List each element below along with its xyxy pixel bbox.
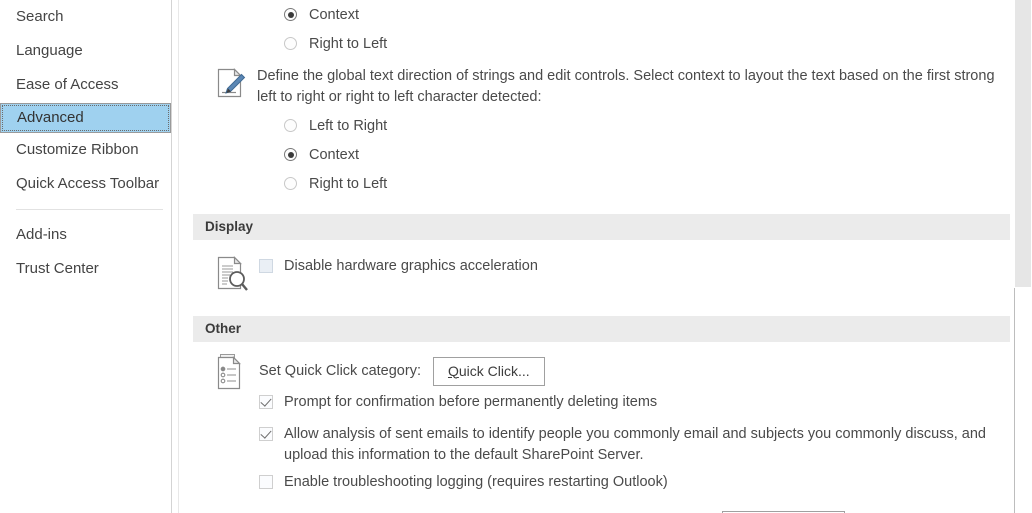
text-direction-radio-group: Left to Right Context Right to Left (179, 111, 1032, 198)
section-header-display: Display (193, 214, 1010, 240)
checkbox-icon[interactable] (259, 475, 273, 489)
sidebar-item-advanced[interactable]: Advanced (0, 103, 171, 133)
checkbox-label: Enable troubleshooting logging (requires… (284, 474, 668, 490)
checkbox-row-allow-analysis[interactable]: Allow analysis of sent emails to identif… (259, 424, 1002, 466)
radio-label: Right to Left (309, 175, 388, 192)
checkbox-icon[interactable] (259, 259, 273, 273)
checkbox-label: Prompt for confirmation before permanent… (284, 394, 658, 410)
sidebar-item-label: Customize Ribbon (16, 141, 139, 158)
checkbox-icon[interactable] (259, 427, 273, 441)
sidebar-item-label: Advanced (17, 109, 84, 126)
quick-click-button-label-rest: uick Click... (458, 362, 530, 379)
radio-label: Context (309, 146, 359, 163)
radio-button-icon[interactable] (284, 8, 297, 21)
radio-button-icon[interactable] (284, 177, 297, 190)
checkbox-icon[interactable] (259, 395, 273, 409)
vertical-scrollbar-track[interactable] (1014, 0, 1032, 513)
sidebar-divider (16, 209, 163, 210)
radio-label: Context (309, 6, 359, 23)
migrate-group-schedules-row: Migrate group schedules from a previous … (259, 508, 1002, 513)
radio-option-context-top[interactable]: Context (179, 0, 1032, 29)
advanced-options-content-pane: Context Right to Left Define the global … (179, 0, 1032, 513)
radio-button-icon[interactable] (284, 119, 297, 132)
sidebar-item-quick-access-toolbar[interactable]: Quick Access Toolbar (0, 167, 171, 201)
other-settings-block: Set Quick Click category: Quick Click...… (179, 352, 1032, 513)
checkbox-row-prompt-confirmation[interactable]: Prompt for confirmation before permanent… (259, 392, 1002, 420)
sidebar-item-label: Quick Access Toolbar (16, 175, 160, 192)
cursor-movement-radio-group: Context Right to Left (179, 0, 1032, 58)
sidebar-item-ease-of-access[interactable]: Ease of Access (0, 68, 171, 102)
quick-click-row: Set Quick Click category: Quick Click... (259, 354, 1002, 388)
sidebar-item-add-ins[interactable]: Add-ins (0, 218, 171, 252)
document-list-icon (214, 352, 250, 392)
text-direction-description-block: Define the global text direction of stri… (179, 58, 1032, 108)
vertical-scrollbar-thumb[interactable] (1015, 0, 1031, 287)
radio-option-right-to-left[interactable]: Right to Left (179, 169, 1032, 198)
checkbox-label: Allow analysis of sent emails to identif… (284, 426, 986, 463)
quick-click-button[interactable]: Quick Click... (432, 356, 545, 386)
document-pencil-icon (214, 66, 248, 100)
sidebar-item-language[interactable]: Language (0, 34, 171, 68)
radio-button-icon[interactable] (284, 148, 297, 161)
radio-button-icon[interactable] (284, 37, 297, 50)
document-magnifier-icon (214, 254, 250, 294)
radio-option-left-to-right[interactable]: Left to Right (179, 111, 1032, 140)
section-title: Display (205, 219, 254, 234)
radio-option-right-to-left-top[interactable]: Right to Left (179, 29, 1032, 58)
options-navigation-pane: Search Language Ease of Access Advanced … (0, 0, 172, 513)
sidebar-item-trust-center[interactable]: Trust Center (0, 252, 171, 286)
section-header-other: Other (193, 316, 1010, 342)
radio-option-context[interactable]: Context (179, 140, 1032, 169)
sidebar-item-label: Add-ins (16, 226, 67, 243)
text-direction-description: Define the global text direction of stri… (257, 68, 995, 105)
radio-label: Left to Right (309, 117, 388, 134)
checkbox-row-disable-hw-accel[interactable]: Disable hardware graphics acceleration (259, 256, 538, 284)
quick-click-label: Set Quick Click category: (259, 363, 421, 379)
sidebar-item-customize-ribbon[interactable]: Customize Ribbon (0, 133, 171, 167)
sidebar-item-label: Ease of Access (16, 76, 119, 93)
checkbox-label: Disable hardware graphics acceleration (284, 258, 538, 274)
sidebar-item-label: Search (16, 8, 64, 25)
sidebar-item-search[interactable]: Search (0, 0, 171, 34)
display-settings-block: Disable hardware graphics acceleration (179, 254, 1032, 294)
scrollbar-separator-line (1014, 288, 1015, 513)
sidebar-item-label: Trust Center (16, 260, 99, 277)
sidebar-item-label: Language (16, 42, 83, 59)
section-title: Other (205, 321, 242, 336)
radio-label: Right to Left (309, 35, 388, 52)
checkbox-row-enable-troubleshooting-logging[interactable]: Enable troubleshooting logging (requires… (259, 472, 1002, 500)
